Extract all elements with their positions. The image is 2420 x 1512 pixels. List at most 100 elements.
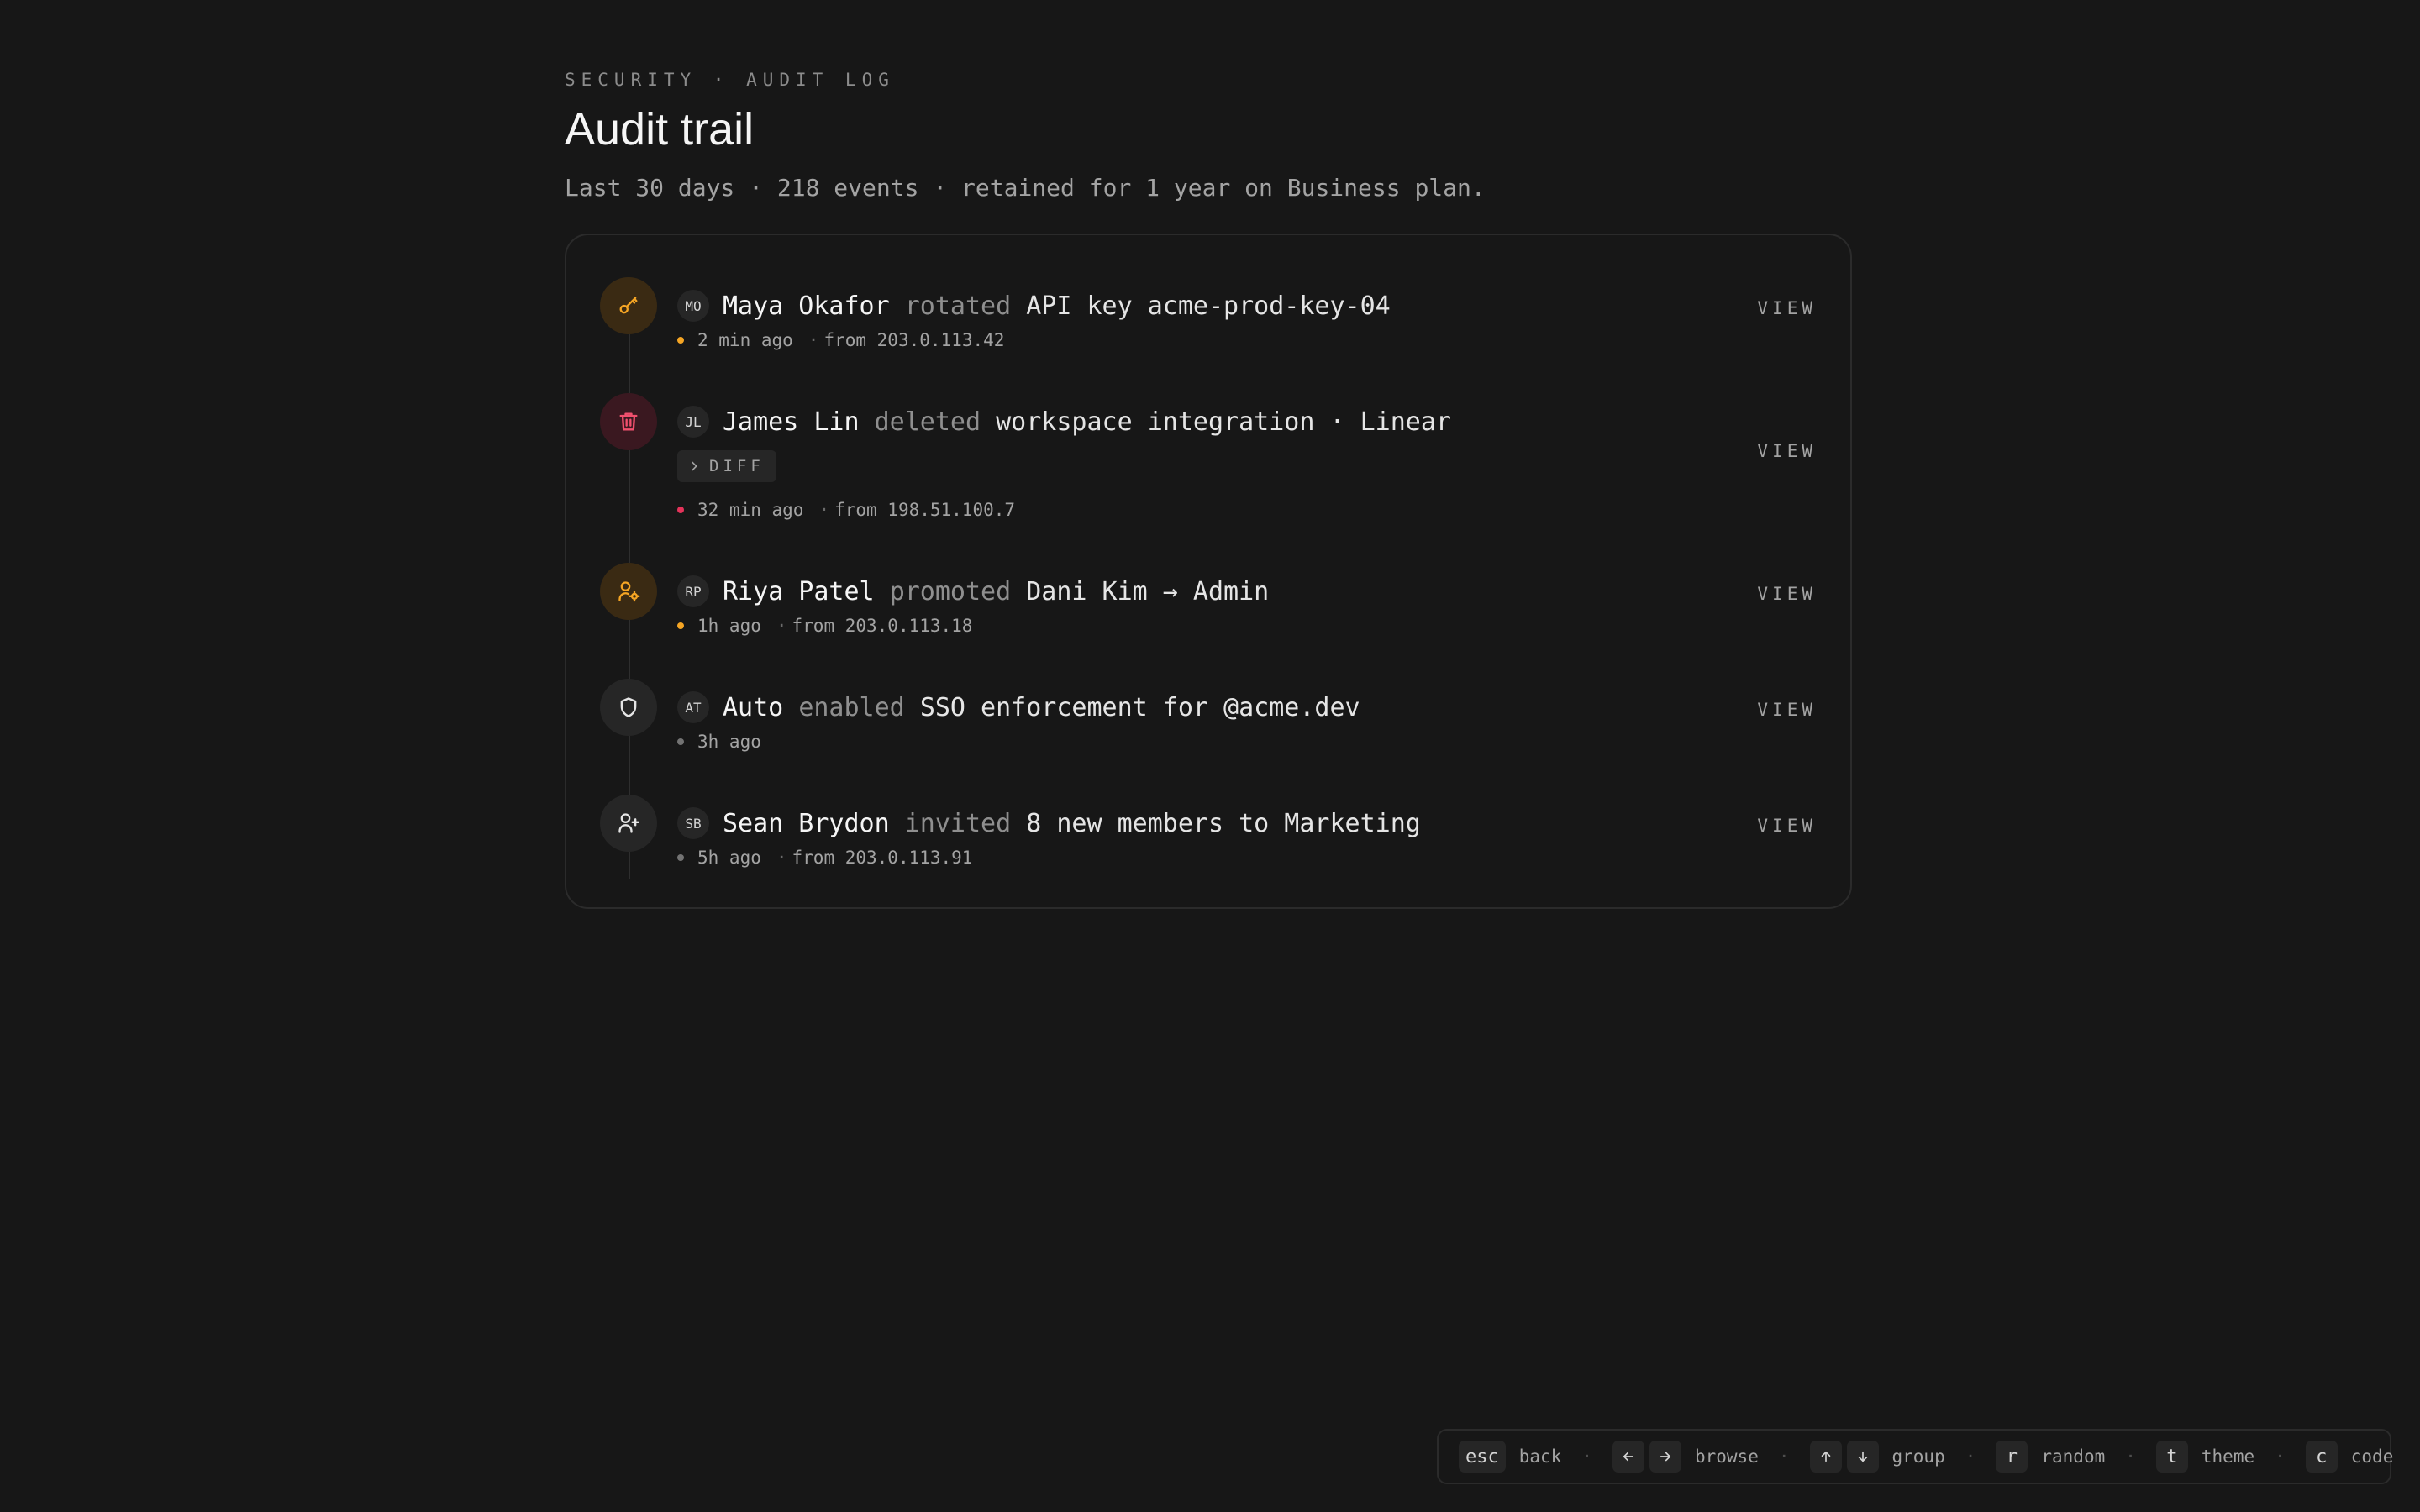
page-subtitle: Last 30 days · 218 events · retained for… [565, 174, 1486, 202]
event-actor[interactable]: Auto [723, 693, 783, 722]
event-meta: 2 min ago · from 203.0.113.42 [677, 328, 1004, 353]
shortcut-group[interactable]: group [1809, 1441, 1945, 1473]
event-actor[interactable]: Riya Patel [723, 577, 875, 606]
event-verb: invited [890, 809, 1027, 838]
keyboard-shortcuts-bar: esc back · browse · group · r random · t… [1437, 1429, 2394, 1484]
event-target: workspace integration · Linear [996, 407, 1451, 437]
event-verb-text: promoted [889, 576, 1012, 606]
user-cog-icon [600, 563, 657, 620]
shortcut-separator: · [1581, 1446, 1592, 1467]
event-source: from 203.0.113.18 [792, 616, 973, 636]
arrow-right-icon [1649, 1441, 1681, 1473]
shortcut-label: group [1891, 1446, 1945, 1467]
shortcut-browse[interactable]: browse [1612, 1441, 1759, 1473]
event-actor[interactable]: James Lin [723, 407, 860, 437]
shield-icon [600, 679, 657, 736]
event-verb-text: invited [904, 808, 1012, 838]
list-item: MO Maya Okafor rotated API key acme-prod… [566, 277, 1850, 393]
shortcut-theme[interactable]: t theme [2155, 1441, 2255, 1473]
event-verb: rotated [890, 291, 1027, 321]
event-verb: promoted [875, 577, 1027, 606]
trash-icon [600, 393, 657, 450]
status-dot [677, 622, 684, 629]
event-summary: JL James Lin deleted workspace integrati… [677, 405, 1451, 438]
r-key: r [1996, 1441, 2028, 1473]
event-target: SSO enforcement for @acme.dev [919, 692, 1360, 722]
diff-toggle[interactable]: DIFF [677, 450, 776, 482]
shortcut-separator: · [2125, 1446, 2136, 1467]
list-item: SB Sean Brydon invited 8 new members to … [566, 795, 1850, 911]
shortcut-label: browse [1694, 1446, 1759, 1467]
event-summary: SB Sean Brydon invited 8 new members to … [677, 806, 1421, 840]
avatar: MO [677, 290, 709, 322]
event-target: API key acme-prod-key-04 [1026, 291, 1391, 321]
arrow-down-icon [1846, 1441, 1879, 1473]
status-dot [677, 854, 684, 861]
shortcut-separator: · [2275, 1446, 2286, 1467]
event-meta: 3h ago [677, 729, 761, 754]
event-source: from 198.51.100.7 [834, 500, 1016, 520]
avatar: RP [677, 575, 709, 607]
meta-separator: · [808, 330, 819, 350]
esc-key: esc [1459, 1441, 1506, 1473]
key-icon [600, 277, 657, 334]
shortcut-label: code [2350, 1446, 2394, 1467]
chevron-right-icon [692, 461, 697, 471]
view-button[interactable]: VIEW [1757, 438, 1817, 464]
timeline-rail [629, 334, 630, 393]
audit-log-card: MO Maya Okafor rotated API key acme-prod… [565, 234, 1852, 909]
shortcut-random[interactable]: r random [1996, 1441, 2105, 1473]
event-target: 8 new members to Marketing [1026, 808, 1421, 838]
event-actor[interactable]: Maya Okafor [723, 291, 890, 321]
event-meta: 5h ago · from 203.0.113.91 [677, 845, 972, 870]
event-summary: RP Riya Patel promoted Dani Kim → Admin [677, 575, 1269, 608]
avatar: AT [677, 691, 709, 723]
timeline-rail [629, 736, 630, 795]
event-summary: MO Maya Okafor rotated API key acme-prod… [677, 289, 1391, 323]
arrow-up-icon [1809, 1441, 1842, 1473]
meta-separator: · [776, 848, 787, 868]
event-verb: deleted [860, 407, 997, 437]
event-verb-text: deleted [874, 407, 981, 437]
avatar: SB [677, 807, 709, 839]
event-time: 3h ago [697, 732, 761, 752]
user-plus-icon [600, 795, 657, 852]
timeline-rail [629, 852, 630, 879]
event-time: 32 min ago [697, 500, 804, 520]
event-verb-text: enabled [798, 692, 905, 722]
event-actor[interactable]: Sean Brydon [723, 809, 890, 838]
shortcut-label: back [1518, 1446, 1562, 1467]
shortcut-label: theme [2201, 1446, 2255, 1467]
shortcut-code[interactable]: c code [2305, 1441, 2394, 1473]
shortcut-separator: · [1778, 1446, 1790, 1467]
breadcrumb: SECURITY · AUDIT LOG [565, 70, 895, 90]
diff-label: DIFF [709, 457, 765, 475]
list-item: RP Riya Patel promoted Dani Kim → Admin … [566, 563, 1850, 679]
list-item: JL James Lin deleted workspace integrati… [566, 393, 1850, 563]
event-summary: AT Auto enabled SSO enforcement for @acm… [677, 690, 1360, 724]
meta-separator: · [776, 616, 787, 636]
view-button[interactable]: VIEW [1757, 296, 1817, 321]
view-button[interactable]: VIEW [1757, 581, 1817, 606]
view-button[interactable]: VIEW [1757, 697, 1817, 722]
event-meta: 1h ago · from 203.0.113.18 [677, 613, 972, 638]
timeline-rail [629, 620, 630, 679]
event-verb-text: rotated [904, 291, 1012, 321]
page-title: Audit trail [565, 104, 755, 155]
shortcut-label: random [2041, 1446, 2106, 1467]
avatar: JL [677, 406, 709, 438]
event-time: 2 min ago [697, 330, 793, 350]
event-time: 5h ago [697, 848, 761, 868]
status-dot [677, 337, 684, 344]
event-source: from 203.0.113.91 [792, 848, 973, 868]
view-button[interactable]: VIEW [1757, 813, 1817, 838]
page-header: SECURITY · AUDIT LOG Audit trail Last 30… [565, 67, 1855, 205]
event-verb: enabled [783, 693, 920, 722]
status-dot [677, 738, 684, 745]
event-meta: 32 min ago · from 198.51.100.7 [677, 497, 1015, 522]
event-target: Dani Kim → Admin [1026, 576, 1270, 606]
c-key: c [2305, 1441, 2338, 1473]
status-dot [677, 507, 684, 513]
shortcut-separator: · [1965, 1446, 1976, 1467]
shortcut-back[interactable]: esc back [1459, 1441, 1561, 1473]
